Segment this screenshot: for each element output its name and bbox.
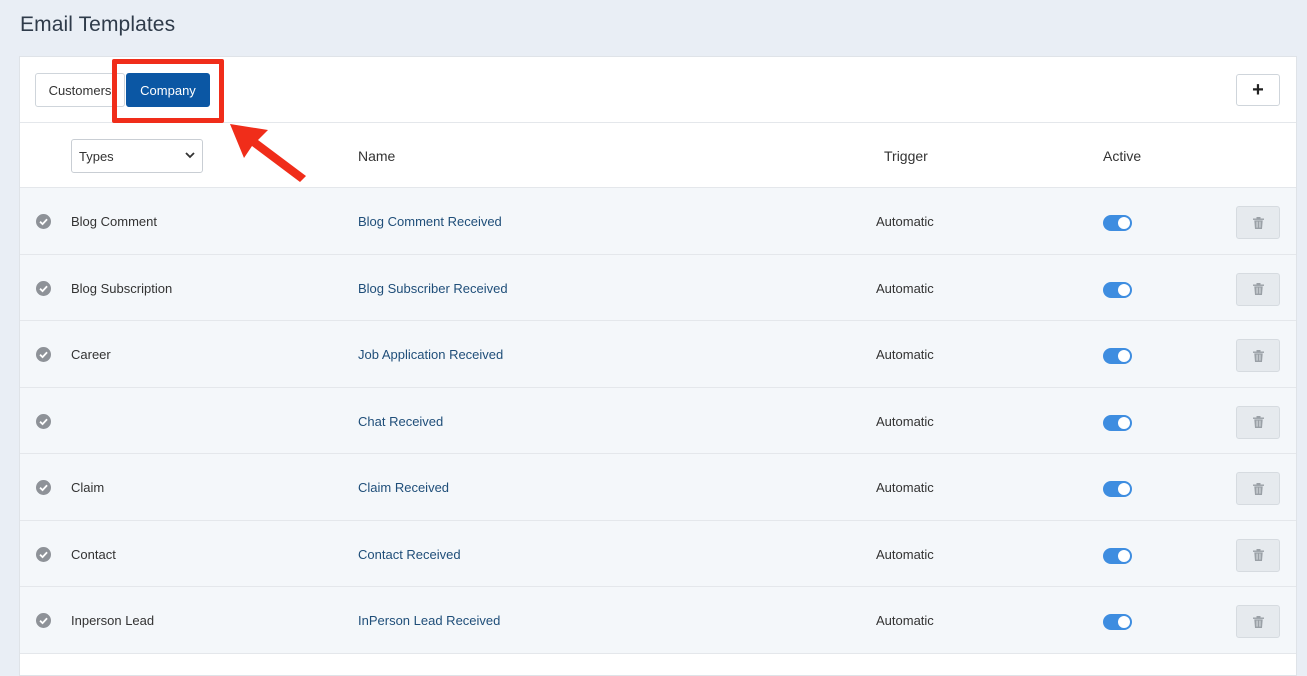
toggle-knob: [1118, 217, 1130, 229]
row-trigger: Automatic: [876, 480, 934, 495]
table-row: Blog Comment Blog Comment Received Autom…: [20, 188, 1296, 255]
row-template-name-link[interactable]: Job Application Received: [358, 347, 503, 362]
table-header: Types Name Trigger Active: [20, 123, 1296, 188]
trash-icon: [1252, 482, 1264, 495]
active-toggle[interactable]: [1103, 614, 1132, 630]
check-circle-icon: [36, 413, 51, 429]
types-select[interactable]: Types: [71, 139, 203, 173]
check-circle-icon: [36, 280, 51, 296]
row-type: Career: [71, 347, 111, 362]
table-row: Contact Contact Received Automatic: [20, 520, 1296, 587]
toggle-knob: [1118, 483, 1130, 495]
toggle-knob: [1118, 283, 1130, 296]
toggle-knob: [1118, 416, 1130, 429]
active-toggle[interactable]: [1103, 348, 1132, 364]
row-template-name-link[interactable]: Claim Received: [358, 480, 449, 495]
trash-icon: [1252, 615, 1264, 628]
row-trigger: Automatic: [876, 413, 934, 429]
row-template-name-link[interactable]: Chat Received: [358, 414, 443, 429]
row-trigger: Automatic: [876, 546, 934, 562]
row-type: Blog Subscription: [71, 280, 173, 296]
check-circle-icon: [36, 546, 51, 562]
table-body: Blog Comment Blog Comment Received Autom…: [20, 188, 1296, 654]
delete-button[interactable]: [1236, 605, 1280, 638]
chevron-down-icon: [185, 152, 195, 159]
row-type: Claim: [71, 480, 105, 495]
column-header-name: Name: [358, 148, 396, 164]
row-type: Contact: [71, 546, 116, 562]
check-circle-icon: [36, 613, 51, 628]
delete-button[interactable]: [1236, 472, 1280, 505]
row-template-name-link[interactable]: Contact Received: [358, 547, 461, 562]
trash-icon: [1252, 216, 1264, 229]
table-row: Career Job Application Received Automati…: [20, 321, 1296, 388]
add-template-button[interactable]: +: [1236, 74, 1280, 106]
check-circle-icon: [36, 347, 51, 362]
toolbar: Customers Company +: [20, 57, 1296, 123]
row-template-name-link[interactable]: Blog Comment Received: [358, 214, 502, 229]
trash-icon: [1252, 283, 1264, 295]
templates-card: Customers Company + Types Name Trigger A…: [19, 56, 1297, 676]
trash-icon: [1252, 549, 1264, 561]
row-type: Inperson Lead: [71, 613, 155, 628]
toggle-knob: [1118, 350, 1130, 362]
active-toggle[interactable]: [1103, 481, 1132, 497]
tab-company[interactable]: Company: [126, 73, 210, 107]
active-toggle[interactable]: [1103, 281, 1132, 298]
delete-button[interactable]: [1236, 206, 1280, 239]
active-toggle[interactable]: [1103, 414, 1132, 431]
row-trigger: Automatic: [876, 280, 934, 296]
tab-customers[interactable]: Customers: [35, 73, 125, 107]
column-header-trigger: Trigger: [884, 148, 928, 164]
active-toggle[interactable]: [1103, 547, 1132, 564]
row-template-name-link[interactable]: Blog Subscriber Received: [358, 281, 508, 296]
table-row: Blog Subscription Blog Subscriber Receiv…: [20, 254, 1296, 321]
row-trigger: Automatic: [876, 347, 934, 362]
page-title: Email Templates: [20, 13, 176, 36]
check-circle-icon: [36, 214, 51, 229]
check-circle-icon: [36, 480, 51, 495]
types-select-value: Types: [79, 148, 114, 164]
active-toggle[interactable]: [1103, 215, 1132, 231]
delete-button[interactable]: [1236, 339, 1280, 372]
toggle-knob: [1118, 616, 1130, 628]
table-row: Claim Claim Received Automatic: [20, 454, 1296, 521]
table-row: Inperson Lead InPerson Lead Received Aut…: [20, 587, 1296, 654]
row-trigger: Automatic: [876, 613, 934, 628]
row-template-name-link[interactable]: InPerson Lead Received: [358, 613, 500, 628]
delete-button[interactable]: [1236, 272, 1280, 306]
delete-button[interactable]: [1236, 405, 1280, 439]
trash-icon: [1252, 416, 1264, 428]
trash-icon: [1252, 349, 1264, 362]
column-header-active: Active: [1103, 148, 1142, 164]
table-row: Chat Received Automatic: [20, 387, 1296, 454]
toggle-knob: [1118, 549, 1130, 562]
delete-button[interactable]: [1236, 538, 1280, 572]
plus-icon: +: [1252, 78, 1264, 101]
row-type: Blog Comment: [71, 214, 157, 229]
row-trigger: Automatic: [876, 214, 934, 229]
